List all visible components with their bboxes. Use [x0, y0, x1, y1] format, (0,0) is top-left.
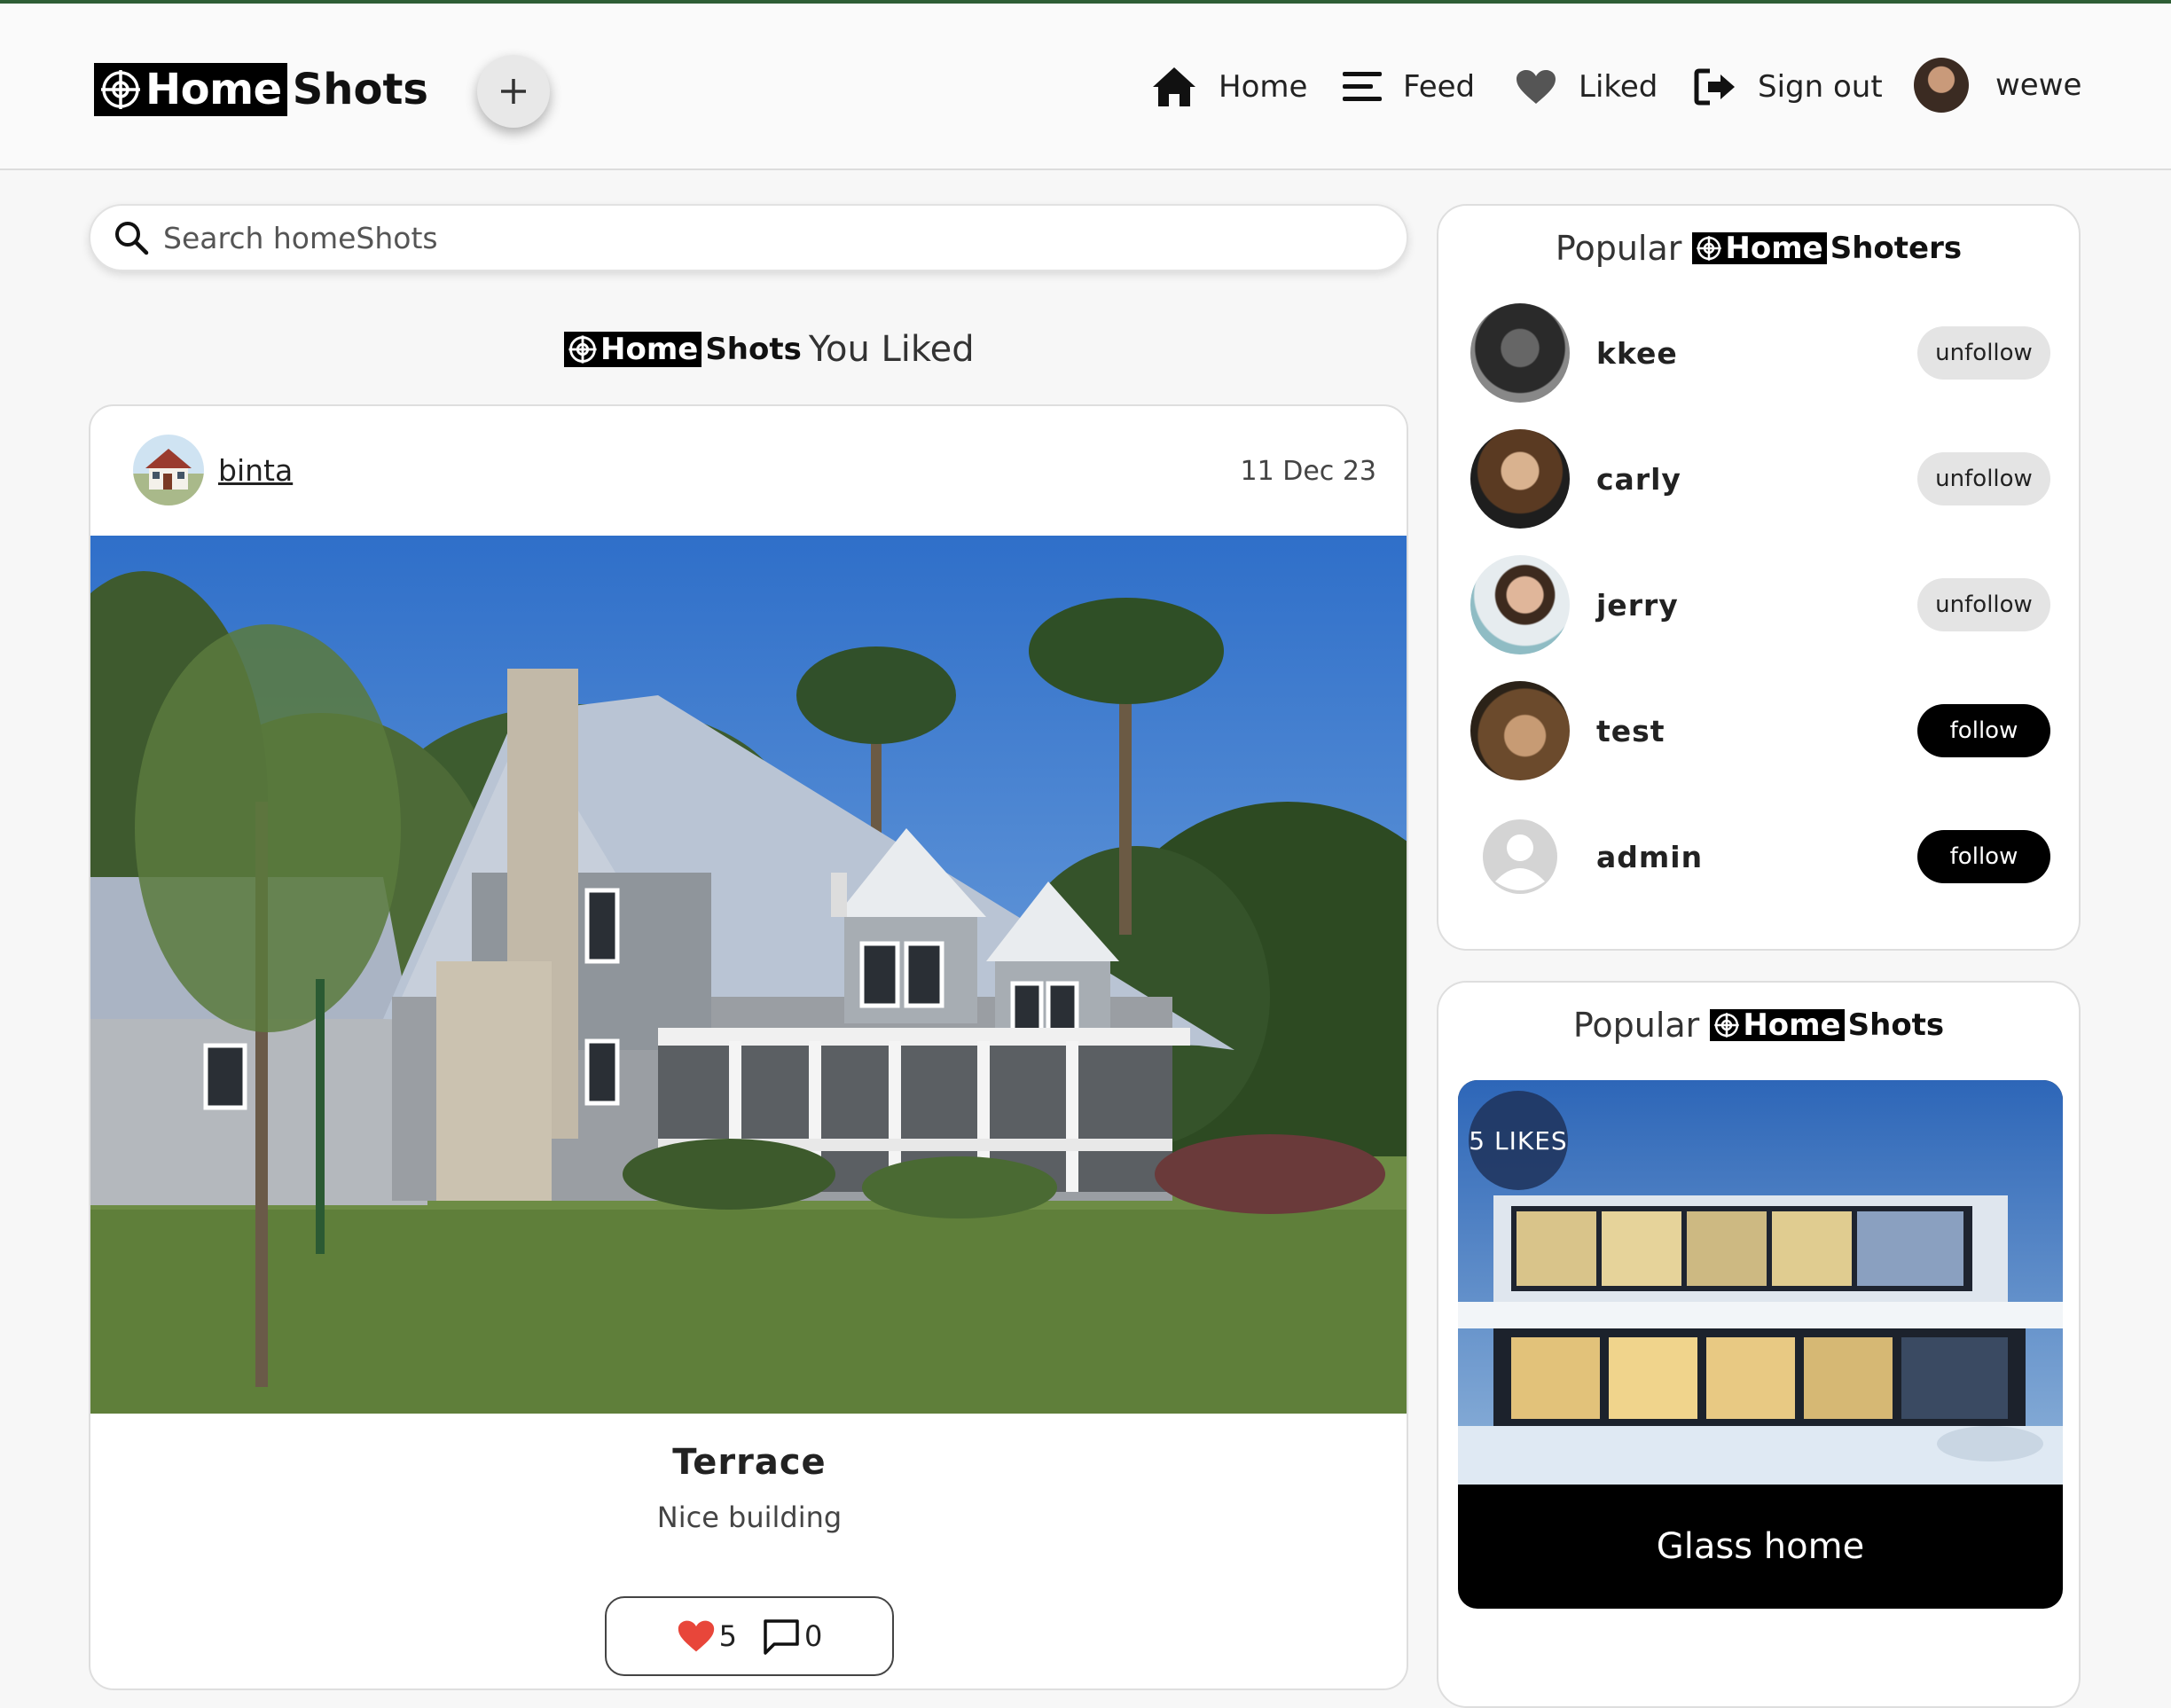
shooter-name[interactable]: carly [1596, 462, 1917, 497]
liked-section-suffix: You Liked [808, 329, 975, 370]
shooter-name[interactable]: kkee [1596, 336, 1917, 371]
header: Home Shots Home Feed Liked Sign out wewe [0, 4, 2171, 170]
mini-logo-shots: Shots [705, 332, 802, 367]
nav-feed-label: Feed [1403, 69, 1476, 105]
nav-home-label: Home [1219, 69, 1308, 105]
shooter-row: kkee unfollow [1470, 303, 2050, 403]
menu-lines-icon [1343, 72, 1382, 101]
unfollow-button[interactable]: unfollow [1917, 578, 2050, 631]
liked-section-title: Home Shots You Liked [564, 328, 975, 371]
heart-icon [678, 1620, 714, 1652]
shooter-name[interactable]: test [1596, 714, 1917, 748]
mini-logo-home: Home [600, 332, 699, 367]
follow-button[interactable]: follow [1917, 704, 2050, 757]
shooter-row: carly unfollow [1470, 429, 2050, 529]
mini-logo: Home Shoters [1692, 231, 1962, 266]
comment-icon [764, 1619, 799, 1655]
avatar[interactable] [133, 435, 204, 505]
mini-logo: Home Shots [1710, 1007, 1944, 1043]
popular-shot-card[interactable]: 5 LIKES Glass home [1458, 1080, 2063, 1609]
logo-shots-text: Shots [292, 65, 428, 114]
avatar[interactable] [1470, 681, 1570, 780]
shooter-row: admin follow [1470, 807, 2050, 906]
likes-badge: 5 LIKES [1469, 1091, 1568, 1190]
popular-shooters-suffix: Shoters [1830, 231, 1963, 266]
follow-button[interactable]: follow [1917, 830, 2050, 883]
person-placeholder-icon [1483, 819, 1557, 894]
username-label: wewe [1995, 67, 2082, 103]
logo-home-text: Home [145, 65, 282, 114]
house-thumbnail [145, 449, 192, 490]
mini-logo-badge: Home [564, 332, 702, 367]
popular-shooters-panel: Popular Home Shoters kkee unfollow carly… [1437, 204, 2081, 951]
target-icon [568, 335, 597, 364]
unfollow-button[interactable]: unfollow [1917, 452, 2050, 505]
search-icon [115, 222, 149, 255]
like-count: 5 [718, 1619, 737, 1653]
popular-shots-title: Popular Home Shots [1438, 1006, 2079, 1045]
avatar[interactable] [1470, 555, 1570, 654]
search-bar [89, 204, 1408, 271]
post-title: Terrace [672, 1442, 827, 1483]
mini-logo-badge: Home [1692, 231, 1827, 266]
popular-shooters-title: Popular Home Shoters [1438, 229, 2079, 268]
post-card: binta 11 Dec 23 Terrace Nice building 5 … [89, 404, 1408, 1690]
target-icon [101, 70, 140, 109]
shooter-row: jerry unfollow [1470, 555, 2050, 654]
mini-logo: Home Shots [564, 332, 802, 367]
popular-shooters-prefix: Popular [1555, 229, 1682, 268]
comment-button[interactable]: 0 [762, 1618, 822, 1655]
sign-out-icon [1694, 68, 1735, 106]
post-actions: 5 0 [605, 1596, 894, 1676]
avatar [1914, 58, 1969, 113]
plus-icon [501, 79, 526, 104]
unfollow-button[interactable]: unfollow [1917, 326, 2050, 380]
avatar[interactable] [1470, 429, 1570, 529]
home-icon [1153, 67, 1195, 106]
logo-badge: Home [94, 63, 287, 116]
shooter-name[interactable]: jerry [1596, 588, 1917, 623]
post-photo[interactable] [90, 536, 1408, 1414]
brand-logo[interactable]: Home Shots [94, 62, 428, 117]
mini-logo-home: Home [1725, 231, 1823, 266]
search-input[interactable] [163, 220, 1316, 255]
target-icon [1714, 1013, 1740, 1038]
shooter-row: test follow [1470, 681, 2050, 780]
add-post-button[interactable] [477, 55, 550, 128]
comment-count: 0 [804, 1619, 823, 1653]
mini-logo-badge: Home [1710, 1007, 1845, 1043]
like-button[interactable]: 5 [677, 1618, 737, 1654]
mini-logo-home: Home [1743, 1007, 1841, 1043]
post-description: Nice building [656, 1500, 843, 1534]
nav-liked[interactable]: Liked [1515, 59, 1658, 115]
avatar[interactable] [1470, 303, 1570, 403]
default-avatar-icon[interactable] [1470, 807, 1570, 906]
popular-shots-suffix: Shots [1847, 1007, 1945, 1043]
target-icon [1697, 236, 1722, 261]
shooter-name[interactable]: admin [1596, 840, 1917, 874]
user-menu[interactable]: wewe [1914, 57, 2081, 114]
nav-home[interactable]: Home [1151, 59, 1307, 115]
popular-shots-panel: Popular Home Shots 5 LIKES Glass home [1437, 981, 2081, 1708]
popular-shots-prefix: Popular [1572, 1006, 1700, 1045]
nav-liked-label: Liked [1579, 69, 1658, 105]
nav-signout[interactable]: Sign out [1694, 59, 1883, 115]
nav-signout-label: Sign out [1758, 69, 1883, 105]
shot-caption: Glass home [1656, 1526, 1865, 1567]
post-date: 11 Dec 23 [1240, 456, 1376, 487]
nav-feed[interactable]: Feed [1343, 59, 1475, 115]
post-author: binta [133, 435, 293, 505]
post-username-link[interactable]: binta [218, 453, 293, 488]
heart-icon [1517, 70, 1556, 104]
